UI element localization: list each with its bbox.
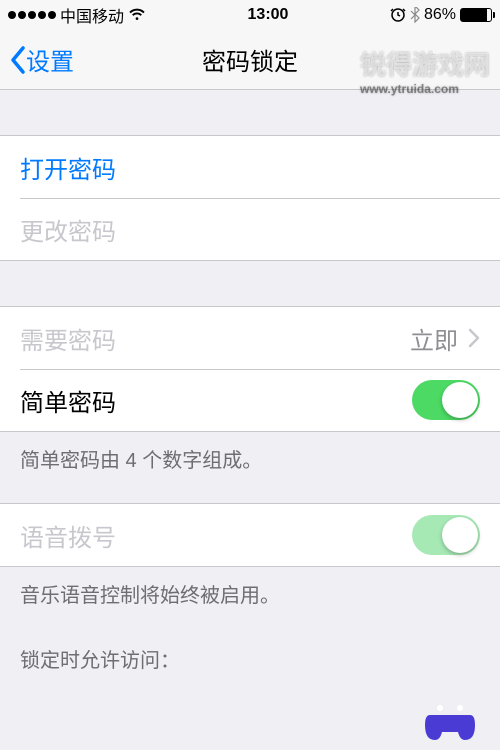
gamepad-icon [420,700,480,745]
simple-passcode-toggle[interactable] [412,380,480,420]
simple-passcode-row: 简单密码 [0,369,500,431]
watermark: 锐得游戏网 www.ytruida.com [360,45,490,96]
battery-icon [460,8,492,22]
status-left: 中国移动 [8,3,146,27]
time-label: 13:00 [146,6,390,24]
passcode-actions-group: 打开密码 更改密码 [0,135,500,261]
status-right: 86% [390,6,492,24]
watermark-url: www.ytruida.com [360,82,490,96]
status-bar: 中国移动 13:00 86% [0,0,500,30]
voice-dial-toggle [412,515,480,555]
cell-label: 更改密码 [20,212,116,247]
alarm-icon [390,7,406,23]
voice-dial-row: 语音拨号 [0,504,500,566]
bluetooth-icon [410,7,420,23]
watermark-main: 锐得游戏网 [360,50,490,80]
allow-access-header: 锁定时允许访问： [0,632,500,685]
voice-dial-group: 语音拨号 [0,503,500,567]
cell-label: 语音拨号 [20,518,116,553]
simple-passcode-footer: 简单密码由 4 个数字组成。 [0,432,500,485]
require-passcode-row[interactable]: 需要密码 立即 [0,307,500,369]
wifi-icon [128,8,146,22]
carrier-label: 中国移动 [60,3,124,27]
cell-value: 立即 [410,321,480,356]
back-button[interactable]: 设置 [0,42,74,77]
cell-label: 打开密码 [20,150,116,185]
require-value-label: 立即 [410,321,458,356]
passcode-options-group: 需要密码 立即 简单密码 [0,306,500,432]
back-label: 设置 [26,42,74,77]
signal-strength-icon [8,11,56,19]
turn-on-passcode-button[interactable]: 打开密码 [0,136,500,198]
cell-label: 需要密码 [20,321,116,356]
cell-label: 简单密码 [20,383,116,418]
chevron-right-icon [468,328,480,348]
chevron-left-icon [10,46,26,74]
change-passcode-button: 更改密码 [0,198,500,260]
voice-dial-footer: 音乐语音控制将始终被启用。 [0,567,500,620]
battery-percent-label: 86% [424,6,456,24]
